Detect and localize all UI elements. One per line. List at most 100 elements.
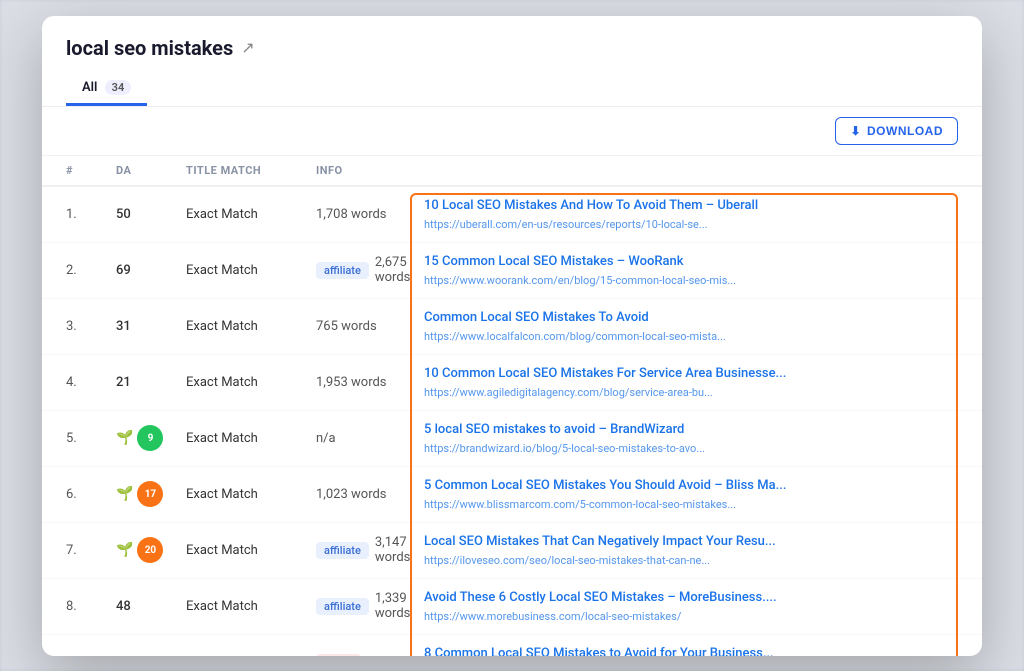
cell-number: 6. bbox=[66, 487, 116, 502]
table-row: 9.99Exact Matchsocial8 Common Local SEO … bbox=[42, 635, 982, 656]
cell-number: 3. bbox=[66, 319, 116, 334]
sprout-icon: 🌱 bbox=[116, 486, 133, 502]
cell-content: 10 Local SEO Mistakes And How To Avoid T… bbox=[416, 197, 958, 230]
cell-content: Avoid These 6 Costly Local SEO Mistakes … bbox=[416, 589, 958, 622]
modal-dialog: local seo mistakes ↗ All 34 ⬇ DOWNLOAD bbox=[42, 16, 982, 656]
cell-info: 1,023 words bbox=[316, 487, 416, 502]
cell-info: affiliate 3,147 words bbox=[316, 535, 416, 565]
cell-number: 9. bbox=[66, 655, 116, 656]
result-url[interactable]: https://www.localfalcon.com/blog/common-… bbox=[424, 330, 958, 343]
cell-info: affiliate 2,675 words bbox=[316, 255, 416, 285]
cell-content: 10 Common Local SEO Mistakes For Service… bbox=[416, 365, 958, 398]
table-body: 1.50Exact Match1,708 words10 Local SEO M… bbox=[42, 187, 982, 656]
cell-match: Exact Match bbox=[186, 543, 316, 558]
col-header-content bbox=[416, 164, 958, 177]
words-count: 1,023 words bbox=[316, 487, 387, 502]
table-section: ⬇ DOWNLOAD # DA TITLE MATCH INFO 1.50Exa… bbox=[42, 107, 982, 656]
badge-social: social bbox=[316, 654, 361, 656]
cell-info: 1,708 words bbox=[316, 207, 416, 222]
modal-overlay: local seo mistakes ↗ All 34 ⬇ DOWNLOAD bbox=[0, 0, 1024, 671]
result-url[interactable]: https://iloveseo.com/seo/local-seo-mista… bbox=[424, 554, 958, 567]
table-row: 6.🌱17Exact Match1,023 words5 Common Loca… bbox=[42, 467, 982, 523]
cell-da: 48 bbox=[116, 599, 186, 614]
da-score-circle: 9 bbox=[137, 425, 163, 451]
cell-da: 🌱9 bbox=[116, 425, 186, 451]
result-title[interactable]: 10 Common Local SEO Mistakes For Service… bbox=[424, 365, 958, 383]
cell-info: 765 words bbox=[316, 319, 416, 334]
da-icon-wrap: 🌱20 bbox=[116, 537, 186, 563]
cell-da: 50 bbox=[116, 207, 186, 222]
cell-da: 31 bbox=[116, 319, 186, 334]
tab-all[interactable]: All 34 bbox=[66, 72, 147, 106]
cell-da: 21 bbox=[116, 375, 186, 390]
badge-affiliate: affiliate bbox=[316, 542, 369, 559]
col-header-info: INFO bbox=[316, 164, 416, 177]
col-header-da: DA bbox=[116, 164, 186, 177]
modal-title: local seo mistakes bbox=[66, 36, 233, 60]
words-count: 1,708 words bbox=[316, 207, 387, 222]
modal-title-row: local seo mistakes ↗ bbox=[66, 36, 958, 60]
result-url[interactable]: https://www.agiledigitalagency.com/blog/… bbox=[424, 386, 958, 399]
cell-match: Exact Match bbox=[186, 207, 316, 222]
cell-content: 5 Common Local SEO Mistakes You Should A… bbox=[416, 477, 958, 510]
table-row: 8.48Exact Matchaffiliate 1,339 words Avoid… bbox=[42, 579, 982, 635]
words-count: 1,953 words bbox=[316, 375, 387, 390]
result-title[interactable]: 8 Common Local SEO Mistakes to Avoid for… bbox=[424, 645, 958, 655]
words-count: 765 words bbox=[316, 319, 377, 334]
result-url[interactable]: https://www.woorank.com/en/blog/15-commo… bbox=[424, 274, 958, 287]
cell-content: 5 local SEO mistakes to avoid – BrandWiz… bbox=[416, 421, 958, 454]
result-title[interactable]: Common Local SEO Mistakes To Avoid bbox=[424, 309, 958, 327]
col-header-num: # bbox=[66, 164, 116, 177]
cell-match: Exact Match bbox=[186, 263, 316, 278]
table-row: 2.69Exact Matchaffiliate2,675 words15 Co… bbox=[42, 243, 982, 299]
cell-match: Exact Match bbox=[186, 431, 316, 446]
result-title[interactable]: 5 Common Local SEO Mistakes You Should A… bbox=[424, 477, 958, 495]
cell-content: Common Local SEO Mistakes To Avoid https:… bbox=[416, 309, 958, 342]
table-row: 3.31Exact Match765 words Common Local SEO… bbox=[42, 299, 982, 355]
table-toolbar: ⬇ DOWNLOAD bbox=[42, 107, 982, 156]
table-row: 1.50Exact Match1,708 words10 Local SEO M… bbox=[42, 187, 982, 243]
cell-info: affiliate 1,339 words bbox=[316, 591, 416, 621]
result-title[interactable]: 10 Local SEO Mistakes And How To Avoid T… bbox=[424, 197, 958, 215]
words-count: 1,339 words bbox=[375, 591, 416, 621]
words-count: 3,147 words bbox=[375, 535, 416, 565]
words-count: n/a bbox=[316, 431, 336, 446]
tab-all-label: All bbox=[82, 80, 97, 95]
cell-number: 4. bbox=[66, 375, 116, 390]
download-icon: ⬇ bbox=[850, 124, 861, 138]
result-url[interactable]: https://brandwizard.io/blog/5-local-seo-… bbox=[424, 442, 958, 455]
tab-all-badge: 34 bbox=[105, 80, 132, 95]
badge-affiliate: affiliate bbox=[316, 598, 369, 615]
cell-content: 8 Common Local SEO Mistakes to Avoid for… bbox=[416, 645, 958, 655]
cell-number: 8. bbox=[66, 599, 116, 614]
cell-da: 69 bbox=[116, 263, 186, 278]
download-label: DOWNLOAD bbox=[867, 124, 943, 138]
words-count: 2,675 words bbox=[375, 255, 416, 285]
result-title[interactable]: 15 Common Local SEO Mistakes – WooRank bbox=[424, 253, 958, 271]
result-title[interactable]: 5 local SEO mistakes to avoid – BrandWiz… bbox=[424, 421, 958, 439]
cell-number: 5. bbox=[66, 431, 116, 446]
cell-info: 1,953 words bbox=[316, 375, 416, 390]
table-row: 5.🌱9Exact Matchn/a 5 local SEO mistakes t… bbox=[42, 411, 982, 467]
cell-match: Exact Match bbox=[186, 655, 316, 656]
result-title[interactable]: Local SEO Mistakes That Can Negatively I… bbox=[424, 533, 958, 551]
cell-number: 7. bbox=[66, 543, 116, 558]
download-button[interactable]: ⬇ DOWNLOAD bbox=[835, 117, 958, 145]
result-title[interactable]: Avoid These 6 Costly Local SEO Mistakes … bbox=[424, 589, 958, 607]
cell-match: Exact Match bbox=[186, 599, 316, 614]
external-link-icon[interactable]: ↗ bbox=[241, 38, 254, 57]
result-url[interactable]: https://www.morebusiness.com/local-seo-m… bbox=[424, 610, 958, 623]
table-row: 4.21Exact Match1,953 words 10 Common Loca… bbox=[42, 355, 982, 411]
result-url[interactable]: https://uberall.com/en-us/resources/repo… bbox=[424, 218, 958, 231]
cell-match: Exact Match bbox=[186, 487, 316, 502]
badge-affiliate: affiliate bbox=[316, 262, 369, 279]
cell-da: 🌱20 bbox=[116, 537, 186, 563]
sprout-icon: 🌱 bbox=[116, 542, 133, 558]
modal-header: local seo mistakes ↗ All 34 bbox=[42, 16, 982, 107]
cell-info: social bbox=[316, 654, 416, 656]
result-url[interactable]: https://www.blissmarcom.com/5-common-loc… bbox=[424, 498, 958, 511]
cell-info: n/a bbox=[316, 431, 416, 446]
cell-match: Exact Match bbox=[186, 319, 316, 334]
cell-match: Exact Match bbox=[186, 375, 316, 390]
table-header: # DA TITLE MATCH INFO bbox=[42, 156, 982, 187]
